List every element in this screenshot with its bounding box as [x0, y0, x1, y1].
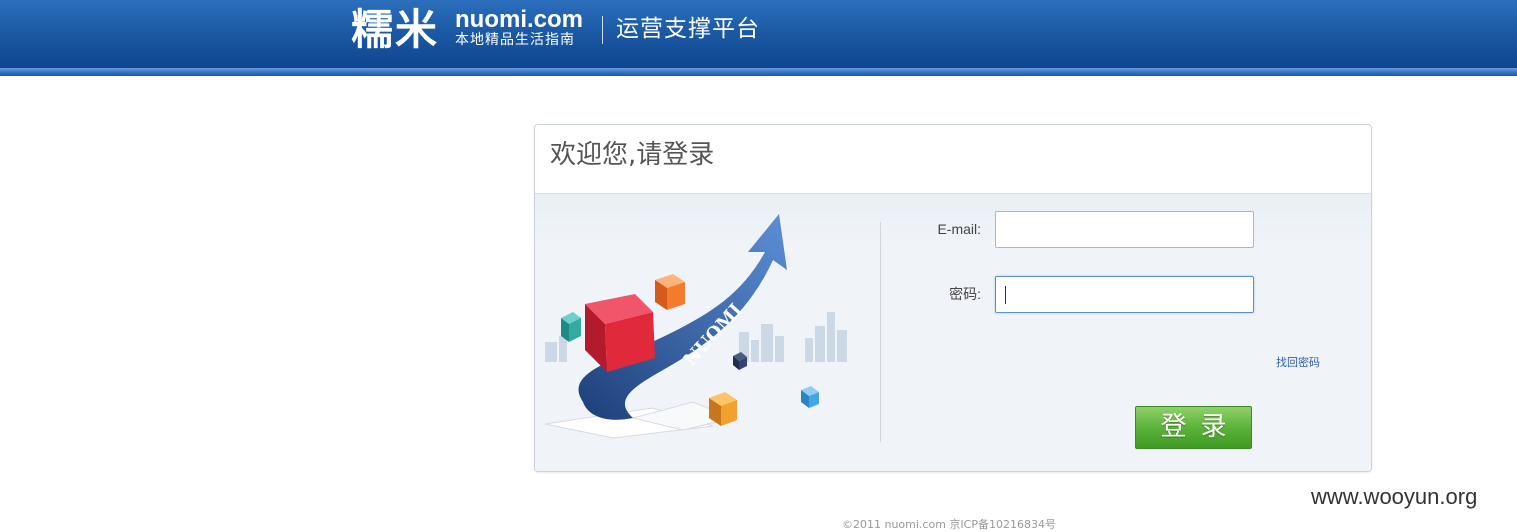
text-cursor [1005, 286, 1006, 304]
email-field[interactable] [995, 211, 1254, 248]
footer-copyright: ©2011 nuomi.com 京ICP备10216834号 [842, 518, 1056, 531]
nuomi-growth-illustration: NUOMI [544, 214, 847, 439]
login-panel-header: 欢迎您,请登录 [535, 125, 1371, 194]
logo-tagline: 本地精品生活指南 [455, 32, 575, 48]
panel-divider [880, 222, 881, 442]
login-panel: 欢迎您,请登录 NUOMI E-mail: 密码: 找回密码 登录 [534, 124, 1372, 472]
login-button[interactable]: 登录 [1135, 406, 1252, 449]
logo-domain[interactable]: nuomi.com [455, 7, 583, 33]
forgot-password-link[interactable]: 找回密码 [1276, 356, 1320, 370]
platform-title: 运营支撑平台 [616, 16, 760, 42]
password-label: 密码: [949, 286, 981, 302]
login-title: 欢迎您,请登录 [550, 140, 715, 170]
watermark: www.wooyun.org [1311, 484, 1478, 509]
top-header: 糯米 nuomi.com 本地精品生活指南 运营支撑平台 [0, 0, 1517, 68]
logo-chinese[interactable]: 糯米 [351, 4, 439, 56]
logo-separator [602, 16, 603, 44]
password-field[interactable] [995, 276, 1254, 313]
login-panel-body: NUOMI E-mail: 密码: 找回密码 登录 [535, 194, 1371, 471]
email-label: E-mail: [937, 221, 981, 237]
header-stripe [0, 68, 1517, 76]
